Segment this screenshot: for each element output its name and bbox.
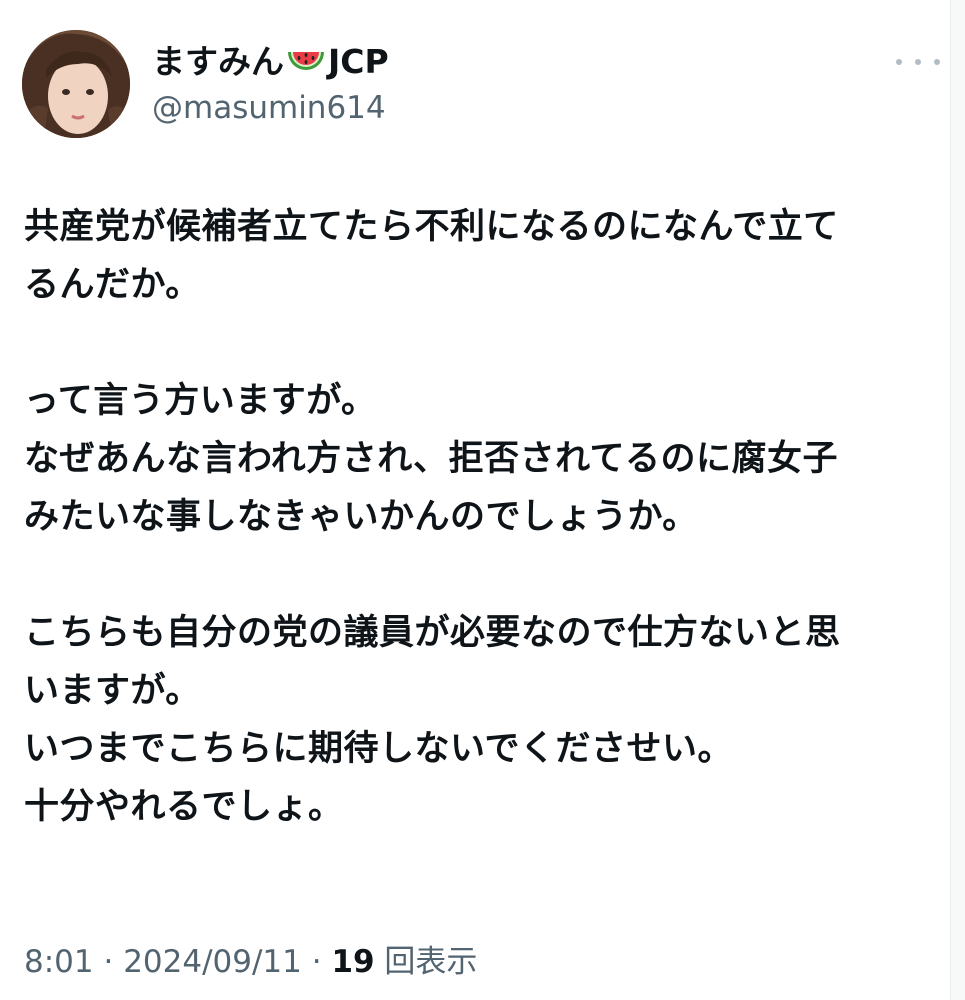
avatar[interactable] bbox=[22, 30, 130, 138]
author-handle[interactable]: @masumin614 bbox=[152, 88, 386, 128]
tweet-date[interactable]: 2024/09/11 bbox=[123, 944, 302, 980]
tweet-card: ますみん JCP @masumin614 共産党が候補者立てたら不利になるのにな… bbox=[0, 0, 946, 1000]
views-count[interactable]: 19 bbox=[331, 944, 374, 980]
tweet-line: いますが。 bbox=[24, 671, 201, 711]
right-edge-panel bbox=[950, 0, 965, 1000]
tweet-line: みたいな事しなきゃいかんのでしょうか。 bbox=[24, 497, 698, 537]
meta-separator: · bbox=[301, 944, 332, 980]
meta-separator: · bbox=[93, 944, 124, 980]
author-name-prefix: ますみん bbox=[152, 42, 284, 81]
tweet-line: 十分やれるでしょ。 bbox=[24, 787, 344, 827]
more-options-button[interactable] bbox=[896, 50, 940, 74]
author-name-suffix: JCP bbox=[328, 42, 389, 81]
tweet-line: 共産党が候補者立てたら不利になるのになんで立て bbox=[24, 207, 839, 247]
more-dot-icon bbox=[896, 59, 902, 65]
avatar-image bbox=[22, 30, 130, 138]
tweet-time[interactable]: 8:01 bbox=[24, 944, 94, 980]
tweet-meta: 8:01 · 2024/09/11 · 19 回表示 bbox=[24, 940, 477, 984]
tweet-line: るんだか。 bbox=[24, 265, 201, 305]
tweet-line: こちらも自分の党の議員が必要なので仕方ないと思 bbox=[24, 613, 841, 653]
author-display-name[interactable]: ますみん JCP bbox=[152, 42, 389, 82]
more-dot-icon bbox=[915, 59, 921, 65]
tweet-text: 共産党が候補者立てたら不利になるのになんで立て るんだか。 って言う方いますが。… bbox=[24, 198, 934, 836]
views-label: 回表示 bbox=[374, 944, 478, 980]
tweet-line: って言う方いますが。 bbox=[24, 381, 377, 421]
more-dot-icon bbox=[934, 59, 940, 65]
watermelon-icon bbox=[286, 44, 326, 80]
tweet-line: なぜあんな言われ方され、拒否されてるのに腐女子 bbox=[24, 439, 839, 479]
tweet-line: いつまでこちらに期待しないでくださせい。 bbox=[24, 729, 733, 769]
